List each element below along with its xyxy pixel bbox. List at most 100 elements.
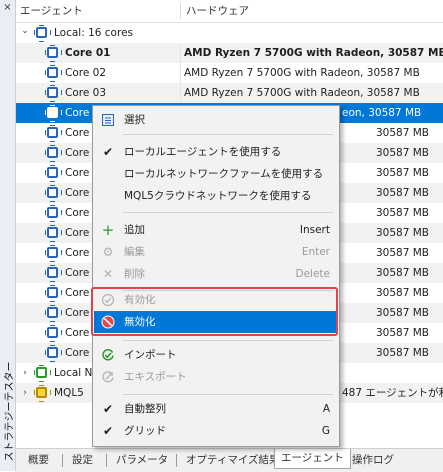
- menu-item-grid[interactable]: ✔ グリッド G: [94, 420, 338, 442]
- core-hardware: 30587 MB: [376, 287, 430, 299]
- cpu-icon: [45, 265, 62, 282]
- cloud-icon: [34, 385, 51, 402]
- menu-separator: [123, 134, 333, 135]
- export-icon: [101, 370, 115, 384]
- core-name: Core: [65, 167, 90, 179]
- tab-overview[interactable]: 概要: [22, 452, 55, 469]
- tab-agents[interactable]: エージェント: [274, 449, 351, 469]
- close-icon[interactable]: ×: [2, 2, 13, 13]
- table-row[interactable]: Core 02 AMD Ryzen 7 5700G with Radeon, 3…: [16, 63, 443, 83]
- menu-item-delete[interactable]: ✕ 削除 Delete: [94, 263, 338, 285]
- cpu-icon: [45, 325, 62, 342]
- core-hardware: 30587 MB: [376, 167, 430, 179]
- cpu-icon: [45, 45, 62, 62]
- menu-item-label: ローカルネットワークファームを使用する: [124, 168, 324, 180]
- menu-item-use-cloud[interactable]: MQL5クラウドネットワークを使用する: [94, 185, 338, 207]
- context-menu: 選択 ✔ ローカルエージェントを使用する ローカルネットワークファームを使用する…: [92, 105, 340, 447]
- menu-item-label: 選択: [124, 114, 145, 126]
- core-hardware: 30587 MB: [376, 267, 430, 279]
- column-header-agent[interactable]: エージェント: [20, 0, 83, 22]
- mql5-cloud-agents: 487 エージェントが利用: [342, 387, 443, 399]
- core-hardware: 30587 MB: [376, 347, 430, 359]
- chevron-right-icon[interactable]: ›: [20, 363, 30, 383]
- cpu-icon: [45, 105, 62, 122]
- core-hardware: 30587 MB: [376, 207, 430, 219]
- table-row[interactable]: Core 03 AMD Ryzen 7 5700G with Radeon, 3…: [16, 83, 443, 103]
- core-name: Core: [65, 307, 90, 319]
- chevron-down-icon[interactable]: ⌄: [20, 21, 30, 41]
- menu-item-import[interactable]: インポート: [94, 344, 338, 366]
- cpu-icon: [45, 305, 62, 322]
- shortcut-label: Insert: [299, 224, 330, 236]
- cpu-icon: [45, 85, 62, 102]
- chevron-right-icon[interactable]: ›: [20, 383, 30, 403]
- menu-separator: [123, 394, 333, 395]
- core-hardware: 30587 MB: [376, 127, 430, 139]
- tab-settings[interactable]: 設定: [66, 452, 99, 469]
- table-row[interactable]: Core 01 AMD Ryzen 7 5700G with Radeon, 3…: [16, 43, 443, 63]
- core-name: Core: [65, 267, 90, 279]
- core-name: Core: [65, 107, 90, 119]
- tab-divider: [106, 454, 107, 467]
- check-icon: ✔: [102, 145, 114, 159]
- cpu-icon: [45, 285, 62, 302]
- network-icon: [34, 365, 51, 382]
- gear-icon: ⚙: [102, 245, 114, 259]
- core-name: Core 01: [65, 47, 111, 59]
- tab-parameters[interactable]: パラメータ: [110, 452, 174, 469]
- core-hardware: 30587 MB: [376, 307, 430, 319]
- menu-item-label: MQL5クラウドネットワークを使用する: [124, 190, 312, 202]
- menu-item-add[interactable]: + 追加 Insert: [94, 219, 338, 241]
- core-name: Core: [65, 187, 90, 199]
- column-header-hardware[interactable]: ハードウェア: [186, 0, 249, 22]
- core-hardware: 30587 MB: [376, 227, 430, 239]
- menu-item-export[interactable]: エキスポート: [94, 366, 338, 388]
- core-name: Core: [65, 347, 90, 359]
- core-name: Core: [65, 327, 90, 339]
- cpu-icon: [45, 345, 62, 362]
- highlight-box: [91, 287, 338, 336]
- cpu-icon: [45, 205, 62, 222]
- menu-item-edit[interactable]: ⚙ 編集 Enter: [94, 241, 338, 263]
- core-hardware: 30587 MB: [376, 187, 430, 199]
- menu-item-label: インポート: [124, 349, 177, 361]
- menu-item-label: エキスポート: [124, 371, 187, 383]
- menu-item-label: 自動整列: [124, 403, 166, 415]
- core-hardware: 30587 MB: [376, 147, 430, 159]
- core-name: Core: [65, 227, 90, 239]
- cpu-icon: [45, 145, 62, 162]
- cpu-icon: [45, 185, 62, 202]
- check-icon: ✔: [102, 424, 114, 438]
- tab-optimization-results[interactable]: オプティマイズ結果: [180, 452, 286, 469]
- core-hardware: AMD Ryzen 7 5700G with Radeon, 30587 MB: [184, 47, 443, 59]
- menu-item-use-local-farm[interactable]: ローカルネットワークファームを使用する: [94, 163, 338, 185]
- column-divider: [180, 83, 181, 103]
- mql5-cloud-label: MQL5: [54, 387, 84, 399]
- local-group-row[interactable]: ⌄ Local: 16 cores: [16, 23, 443, 43]
- menu-separator: [123, 340, 333, 341]
- core-name: Core: [65, 247, 90, 259]
- import-icon: [101, 348, 115, 362]
- core-hardware: 30587 MB: [376, 247, 430, 259]
- menu-item-label: ローカルエージェントを使用する: [124, 146, 282, 158]
- shortcut-label: A: [322, 403, 330, 415]
- shortcut-label: Delete: [295, 268, 331, 280]
- bottom-tab-bar: 概要 設定 パラメータ オプティマイズ結果 エージェント 操作ログ: [16, 448, 443, 472]
- column-divider[interactable]: [180, 3, 181, 19]
- core-hardware: eon, 30587 MB: [342, 107, 422, 119]
- shortcut-label: G: [321, 425, 330, 437]
- tab-divider: [176, 454, 177, 467]
- menu-item-use-local-agents[interactable]: ✔ ローカルエージェントを使用する: [94, 141, 338, 163]
- menu-item-label: グリッド: [124, 425, 166, 437]
- menu-item-label: 編集: [124, 246, 145, 258]
- menu-item-select[interactable]: 選択: [94, 109, 338, 131]
- core-name: Core 02: [65, 67, 107, 79]
- tab-journal[interactable]: 操作ログ: [346, 452, 400, 469]
- column-divider: [180, 43, 181, 63]
- cpu-icon: [45, 65, 62, 82]
- menu-item-auto-arrange[interactable]: ✔ 自動整列 A: [94, 398, 338, 420]
- table-header: エージェント ハードウェア: [16, 0, 443, 23]
- select-list-icon: [101, 113, 115, 127]
- panel-title: ストラテジーテスター: [4, 361, 16, 462]
- core-hardware: 30587 MB: [376, 327, 430, 339]
